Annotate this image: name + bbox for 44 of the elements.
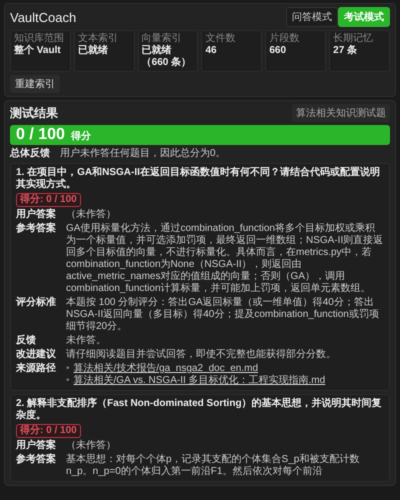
section-text: 基本思想：对每个个体p，记录其支配的个体集合S_p和被支配计数n_p。n_p=0的个体归入第一前沿F1。然后依次对每个前沿 [66,454,360,478]
stat-value: 已就绪 [78,45,109,57]
bullet: • [66,375,70,387]
stat-label: 向量索引 [142,33,183,44]
stat-value: 660 [269,45,288,57]
mode-tab[interactable]: 问答模式 [286,7,338,27]
section-text: GA使用标量化方法，通过combination_function将多个目标加权或乘积为一个标量值，并可选添加罚项，最终返回一维数组；NSGA-II则直接返回多个目标值的向量，不进行标量化。具体而言，在metrics.py中，若combination_function为None（NSGA-II），则返回由active_metric_names对应的值组成的向量；否则（GA），调用combination_function计算标量，并可能加上罚项，返回单元素数组。 [66,223,384,295]
section-heading: 反馈 [16,335,37,347]
section-heading: 参考答案 [16,454,57,466]
score-label: 得分 [70,130,91,143]
stat-value: 46 [205,45,218,57]
section-text: 请仔细阅读题目并尝试回答，即使不完整也能获得部分分数。 [66,349,337,361]
question-title: 1. 在项目中，GA和NSGA-II在返回目标函数值时有何不同？请结合代码或配置说明其实现方式。 [16,167,381,191]
question-title: 2. 解释非支配排序（Fast Non-dominated Sorting）的基本思想，并说明其时间复杂度。 [16,398,383,422]
stat-value: 整个 Vault [14,45,62,57]
section-heading: 来源路径 [16,363,57,375]
section-heading: 用户答案 [16,440,57,452]
score-badge: 得分: 0 / 100 [16,193,81,207]
section-text: （未作答） [66,209,117,221]
app-title: VaultCoach [10,10,76,24]
section-text: 未作答。 [66,335,107,347]
source-link[interactable]: 算法相关/GA vs. NSGA-II 多目标优化：工程实现指南.md [74,375,326,387]
bullet: • [66,363,70,375]
stat-label: 文本索引 [78,33,119,44]
stat-label: 知识库范围 [14,33,65,44]
stat-label: 长期记忆 [333,33,374,44]
score-badge: 得分: 0 / 100 [16,424,81,438]
stat-label: 文件数 [205,33,236,45]
quiz-button[interactable]: 算法相关知识测试题 [292,104,390,122]
stat-value: 27 条 [333,45,358,57]
stat-value: 已就绪（660 条） [142,45,192,69]
section-heading: 改进建议 [16,349,57,361]
section-heading: 总体反馈 [10,148,51,160]
feedback-text: 用户未作答任何题目，因此总分为0。 [60,148,227,160]
stat-label: 片段数 [269,33,300,45]
source-link[interactable]: 算法相关/技术报告/ga_nsga2_doc_en.md [74,363,258,375]
rebuild-index-button[interactable]: 重建索引 [10,75,60,93]
section-heading: 用户答案 [16,209,57,221]
section-text: （未作答） [66,440,117,452]
section-text: 本题按 100 分制评分：答出GA返回标量（或一维单值）得40分；答出NSGA-II返回向量（多目标）得40分；提及combination_function或罚项细节得20分。 [66,297,380,333]
section-heading: 评分标准 [16,297,57,309]
score-value: 0 / 100 [16,126,65,144]
section-heading: 参考答案 [16,223,57,235]
results-title: 测试结果 [10,104,58,122]
